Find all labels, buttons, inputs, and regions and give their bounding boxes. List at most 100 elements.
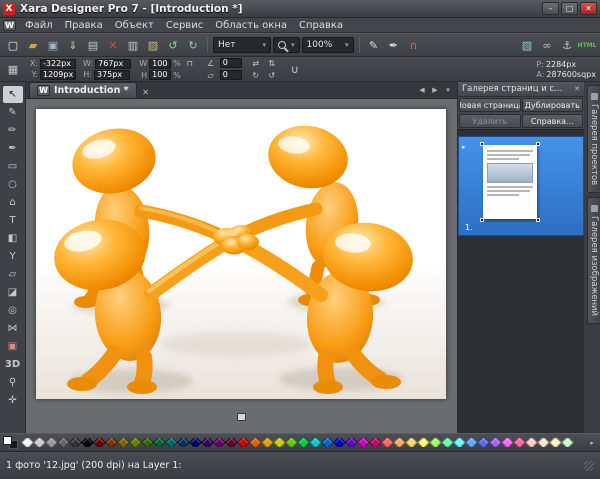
nib-icon[interactable]: ✒: [385, 36, 403, 54]
fill-tool[interactable]: ◧: [3, 230, 23, 247]
color-swatch[interactable]: [45, 438, 58, 447]
new-document-icon[interactable]: ▢: [4, 36, 22, 54]
minimize-button[interactable]: –: [542, 2, 559, 15]
shape-editor-tool[interactable]: ✏: [3, 122, 23, 139]
color-swatch[interactable]: [489, 438, 502, 447]
color-swatch[interactable]: [177, 438, 190, 447]
paste-icon[interactable]: ▨: [144, 36, 162, 54]
color-swatch[interactable]: [33, 438, 46, 447]
tab-list-icon[interactable]: ▾: [442, 84, 454, 97]
color-swatch[interactable]: [237, 438, 250, 447]
color-swatch[interactable]: [201, 438, 214, 447]
color-swatch[interactable]: [213, 438, 226, 447]
scrollbar-thumb[interactable]: [237, 413, 246, 421]
extrude-3d-tool[interactable]: 3D: [3, 356, 23, 373]
pen-icon[interactable]: ✎: [365, 36, 383, 54]
color-swatch[interactable]: [453, 438, 466, 447]
color-swatch[interactable]: [465, 438, 478, 447]
transparency-tool[interactable]: Y: [3, 248, 23, 265]
canvas[interactable]: [26, 99, 457, 433]
color-swatch[interactable]: [129, 438, 142, 447]
expand-triangle-icon[interactable]: ▸: [462, 143, 466, 151]
color-swatch[interactable]: [69, 438, 82, 447]
paperclip-icon[interactable]: ∪: [286, 60, 304, 78]
rectangle-tool[interactable]: ▭: [3, 158, 23, 175]
open-folder-icon[interactable]: ▰: [24, 36, 42, 54]
maximize-button[interactable]: ▢: [561, 2, 578, 15]
contour-tool[interactable]: ◎: [3, 302, 23, 319]
color-swatch[interactable]: [405, 438, 418, 447]
height-percent-field[interactable]: 100: [149, 70, 171, 80]
color-swatch[interactable]: [525, 438, 538, 447]
snap-magnet-icon[interactable]: ∩: [405, 36, 423, 54]
color-swatch[interactable]: [393, 438, 406, 447]
color-swatch[interactable]: [21, 438, 33, 447]
anchor-icon[interactable]: ⚓: [558, 36, 576, 54]
redo-icon[interactable]: ↻: [184, 36, 202, 54]
new-page-button[interactable]: Новая страница: [459, 98, 521, 112]
freehand-brush-tool[interactable]: ✎: [3, 104, 23, 121]
text-tool[interactable]: T: [3, 212, 23, 229]
color-swatch[interactable]: [345, 438, 358, 447]
color-swatch[interactable]: [285, 438, 298, 447]
push-tool[interactable]: ✛: [3, 392, 23, 409]
menu-item[interactable]: Файл: [19, 18, 59, 32]
color-swatch[interactable]: [81, 438, 94, 447]
color-swatch[interactable]: [321, 438, 334, 447]
color-swatch[interactable]: [429, 438, 442, 447]
menu-item[interactable]: Область окна: [209, 18, 293, 32]
color-swatch[interactable]: [477, 438, 490, 447]
zoom-level-dropdown[interactable]: 100% ▾: [302, 37, 354, 53]
help-button[interactable]: Справка...: [522, 114, 584, 128]
quickshape-tool[interactable]: ⌂: [3, 194, 23, 211]
rotate-ccw-icon[interactable]: ↺: [265, 70, 279, 81]
color-swatch[interactable]: [93, 438, 106, 447]
rotate-cw-icon[interactable]: ↻: [249, 70, 263, 81]
menu-item[interactable]: Объект: [109, 18, 160, 32]
color-swatch[interactable]: [273, 438, 286, 447]
document-tab[interactable]: W Introduction *: [29, 82, 137, 98]
color-swatch[interactable]: [189, 438, 202, 447]
color-swatch[interactable]: [417, 438, 430, 447]
color-swatch[interactable]: [501, 438, 514, 447]
undo-icon[interactable]: ↺: [164, 36, 182, 54]
color-swatch[interactable]: [357, 438, 370, 447]
color-swatch[interactable]: [261, 438, 274, 447]
grid-snap-icon[interactable]: ▦: [4, 60, 22, 78]
color-swatch[interactable]: [225, 438, 238, 447]
resize-grip[interactable]: [584, 461, 594, 471]
import-icon[interactable]: ⇓: [64, 36, 82, 54]
delete-button[interactable]: Удалить: [459, 114, 521, 128]
color-swatch[interactable]: [297, 438, 310, 447]
delete-icon[interactable]: ✕: [104, 36, 122, 54]
color-swatch[interactable]: [381, 438, 394, 447]
tab-project-gallery[interactable]: Галерея проектов: [587, 85, 600, 193]
blend-tool[interactable]: ⋈: [3, 320, 23, 337]
tab-close-icon[interactable]: ✕: [140, 86, 152, 98]
copy-icon[interactable]: ▥: [124, 36, 142, 54]
color-swatch[interactable]: [249, 438, 262, 447]
menu-item[interactable]: Сервис: [160, 18, 209, 32]
close-button[interactable]: ✕: [580, 2, 597, 15]
save-icon[interactable]: ▣: [44, 36, 62, 54]
print-icon[interactable]: ▤: [84, 36, 102, 54]
color-swatch[interactable]: [513, 438, 526, 447]
bevel-tool[interactable]: ◪: [3, 284, 23, 301]
color-swatch[interactable]: [309, 438, 322, 447]
width-percent-field[interactable]: 100: [149, 59, 171, 69]
menu-item[interactable]: Справка: [293, 18, 349, 32]
color-swatch[interactable]: [369, 438, 382, 447]
rotate-angle-field[interactable]: 0: [220, 58, 242, 68]
color-swatch[interactable]: [117, 438, 130, 447]
link-icon[interactable]: ∞: [538, 36, 556, 54]
height-field[interactable]: 375px: [94, 70, 130, 80]
html-export-icon[interactable]: HTML: [578, 36, 596, 54]
flip-vertical-icon[interactable]: ⇅: [265, 58, 279, 69]
color-swatch[interactable]: [441, 438, 454, 447]
selector-tool[interactable]: ↖: [3, 86, 23, 103]
color-swatch[interactable]: [57, 438, 70, 447]
zoom-tool[interactable]: ⚲: [3, 374, 23, 391]
menu-item[interactable]: Правка: [59, 18, 109, 32]
skew-field[interactable]: 0: [220, 70, 242, 80]
lock-aspect-icon[interactable]: ⊓: [183, 58, 197, 69]
